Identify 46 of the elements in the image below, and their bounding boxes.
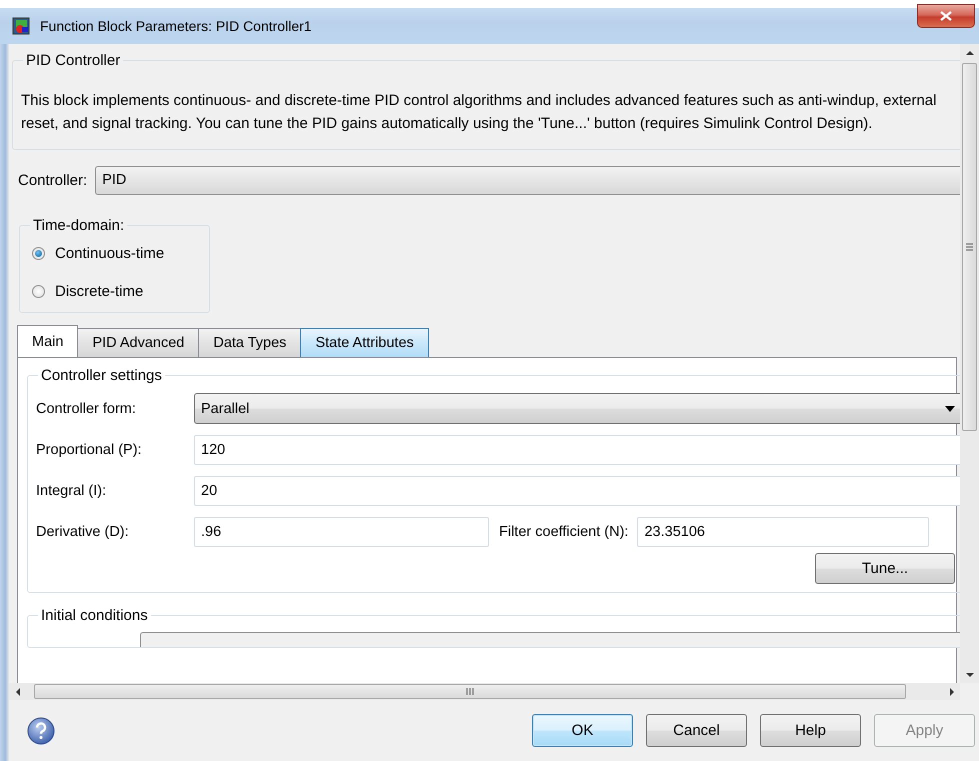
close-button[interactable] xyxy=(917,4,975,28)
app-icon xyxy=(12,17,30,35)
input-field[interactable]: 20 xyxy=(194,476,960,506)
grip-icon xyxy=(466,687,474,696)
tab[interactable]: Main xyxy=(17,325,78,357)
group-title: PID Controller xyxy=(26,52,120,69)
radio-label[interactable]: Continuous-time xyxy=(55,244,164,262)
controller-dropdown[interactable]: PID xyxy=(95,166,960,194)
radio-button[interactable] xyxy=(32,246,45,260)
window-title: Function Block Parameters: PID Controller1 xyxy=(40,18,312,34)
field-label: Integral (I): xyxy=(36,482,108,498)
scroll-down-icon[interactable] xyxy=(966,672,974,676)
group-title: Initial conditions xyxy=(41,607,148,624)
dialog-button[interactable]: Cancel xyxy=(646,714,747,747)
scroll-left-icon[interactable] xyxy=(16,688,20,696)
input-field[interactable]: 23.35106 xyxy=(637,516,930,546)
close-icon xyxy=(939,10,953,22)
horizontal-scrollbar[interactable] xyxy=(9,683,960,700)
group-title: Controller settings xyxy=(41,367,162,384)
tab[interactable]: Data Types xyxy=(198,328,302,357)
dialog-button[interactable]: Help xyxy=(760,714,861,747)
dialog-button[interactable]: OK xyxy=(532,714,633,747)
tab[interactable]: State Attributes xyxy=(300,328,429,357)
input-field[interactable]: .96 xyxy=(194,516,489,546)
field-label: Filter coefficient (N): xyxy=(499,524,628,540)
field-label: Controller: xyxy=(18,172,88,188)
grip-icon xyxy=(965,243,974,251)
scroll-up-icon[interactable] xyxy=(966,50,974,54)
scroll-right-icon[interactable] xyxy=(950,688,954,696)
dropdown[interactable]: Parallel xyxy=(194,393,960,424)
group-title: Time-domain: xyxy=(33,217,124,234)
description-text: This block implements continuous- and discrete-time PID control algorithms and includes advanced features such as anti-windup, external reset, and signal tracking. You can tune the PID gains automatically using the 'Tune...' button (requires Simulink Control Design). xyxy=(21,91,938,134)
field-label: Controller form: xyxy=(36,400,137,416)
caret-icon xyxy=(945,406,955,412)
input-field[interactable] xyxy=(140,632,960,647)
radio-label[interactable]: Discrete-time xyxy=(55,282,144,300)
scroll-thumb[interactable] xyxy=(34,684,906,699)
input-field[interactable]: 120 xyxy=(194,434,960,464)
radio-button[interactable] xyxy=(32,284,45,298)
scroll-thumb[interactable] xyxy=(962,63,977,431)
help-icon[interactable] xyxy=(27,716,55,744)
vertical-scrollbar[interactable] xyxy=(960,44,979,683)
field-label: Derivative (D): xyxy=(36,524,130,540)
field-label: Proportional (P): xyxy=(36,442,143,458)
tab[interactable]: PID Advanced xyxy=(77,328,200,357)
tune-button[interactable]: Tune... xyxy=(815,553,955,584)
